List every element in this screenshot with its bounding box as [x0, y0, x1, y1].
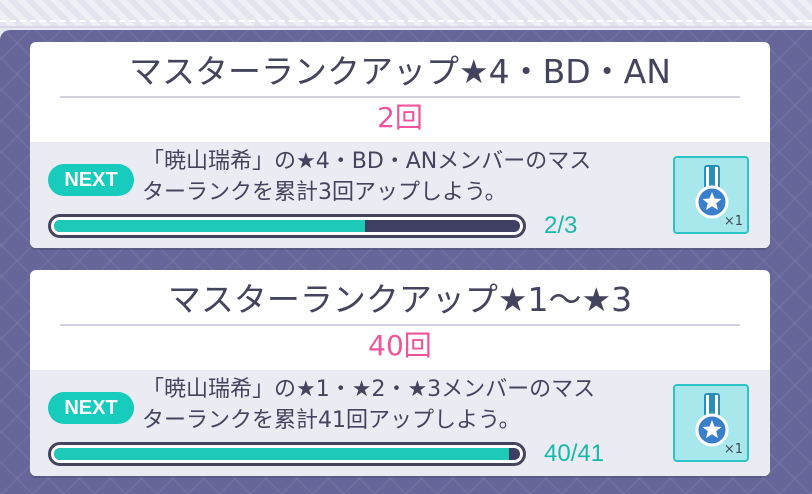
reward-quantity: ×1 [723, 214, 743, 229]
progress-bar-fill [54, 448, 509, 460]
mission-card[interactable]: マスターランクアップ★1～★3 40回 NEXT 「暁山瑞希」の★1・★2・★3… [30, 270, 770, 476]
next-badge: NEXT [48, 164, 134, 196]
mission-title: マスターランクアップ★1～★3 [167, 280, 633, 319]
progress-bar [48, 442, 526, 466]
progress-bar-track [54, 448, 520, 460]
description-line: ターランクを累計41回アップしよう。 [142, 408, 521, 433]
mission-detail: NEXT 「暁山瑞希」の★4・BD・ANメンバーのマス ターランクを累計3回アッ… [30, 142, 770, 248]
reward-item[interactable]: ×1 [673, 156, 749, 234]
reward-item[interactable]: ×1 [673, 384, 749, 462]
progress-bar [48, 214, 526, 238]
mission-count: 40回 [368, 329, 432, 362]
mission-description: 「暁山瑞希」の★1・★2・★3メンバーのマス ターランクを累計41回アップしよう… [142, 374, 662, 436]
mission-detail: NEXT 「暁山瑞希」の★1・★2・★3メンバーのマス ターランクを累計41回ア… [30, 370, 770, 476]
mission-card[interactable]: マスターランクアップ★4・BD・AN 2回 NEXT 「暁山瑞希」の★4・BD・… [30, 42, 770, 248]
dashed-divider [0, 20, 812, 22]
progress-text: 2/3 [544, 212, 578, 239]
description-line: ターランクを累計3回アップしよう。 [142, 180, 507, 205]
description-line: 「暁山瑞希」の★1・★2・★3メンバーのマス [142, 377, 596, 402]
next-badge: NEXT [48, 392, 134, 424]
mission-title: マスターランクアップ★4・BD・AN [129, 52, 671, 91]
mission-description: 「暁山瑞希」の★4・BD・ANメンバーのマス ターランクを累計3回アップしよう。 [142, 146, 662, 208]
mission-count: 2回 [377, 101, 423, 134]
description-line: 「暁山瑞希」の★4・BD・ANメンバーのマス [142, 149, 592, 174]
mission-list-panel[interactable]: マスターランクアップ★4・BD・AN 2回 NEXT 「暁山瑞希」の★4・BD・… [0, 30, 812, 494]
reward-quantity: ×1 [723, 442, 743, 457]
progress-bar-fill [54, 220, 365, 232]
progress-bar-track [54, 220, 520, 232]
progress-text: 40/41 [544, 440, 605, 467]
top-border-strip [0, 0, 812, 28]
title-divider [60, 96, 740, 98]
title-divider [60, 324, 740, 326]
